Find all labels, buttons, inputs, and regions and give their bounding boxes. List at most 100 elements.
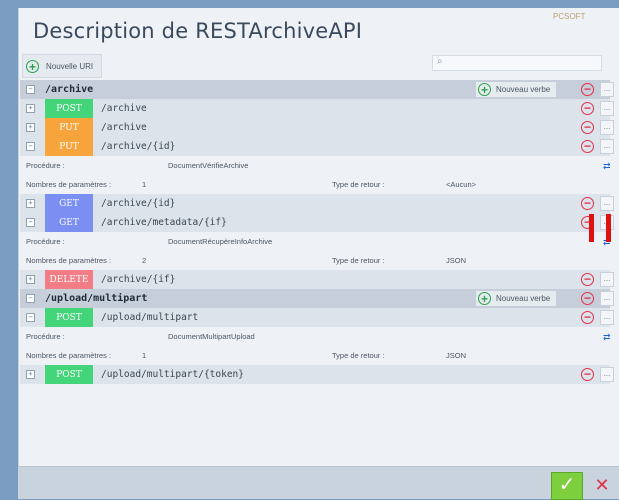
return-type-value: JSON xyxy=(446,256,467,265)
http-verb-badge: POST xyxy=(45,99,93,118)
endpoint-path: /archive/{if} xyxy=(101,274,176,285)
more-button[interactable]: ... xyxy=(600,139,614,154)
procedure-label: Procédure : xyxy=(26,237,65,246)
more-button[interactable]: ... xyxy=(600,367,614,382)
remove-icon[interactable]: − xyxy=(581,197,594,210)
new-uri-button[interactable]: + Nouvelle URI xyxy=(22,54,103,78)
resource-row: − /upload/multipart + Nouveau verbe −... xyxy=(20,289,614,308)
http-verb-badge: POST xyxy=(45,308,93,327)
procedure-row: Procédure : DocumentVérifieArchive ⇄ xyxy=(20,156,613,175)
param-count-value: 1 xyxy=(142,180,147,189)
more-button[interactable]: ... xyxy=(600,272,614,287)
new-uri-label: Nouvelle URI xyxy=(46,61,94,71)
http-verb-badge: POST xyxy=(45,365,93,384)
remove-icon[interactable]: − xyxy=(581,311,594,324)
dialog-footer xyxy=(18,466,619,499)
remove-icon[interactable]: − xyxy=(581,140,594,153)
add-verb-button[interactable]: + Nouveau verbe xyxy=(476,291,557,306)
remove-icon[interactable]: − xyxy=(581,368,594,381)
param-count-value: 2 xyxy=(142,256,147,265)
collapse-toggle[interactable]: − xyxy=(26,313,35,322)
ok-button[interactable]: ✓ xyxy=(551,472,583,500)
title-bar: Description de RESTArchiveAPI PCSOFT xyxy=(19,8,619,54)
remove-icon[interactable]: − xyxy=(581,83,594,96)
remove-icon[interactable]: − xyxy=(581,102,594,115)
procedure-value: DocumentVérifieArchive xyxy=(168,161,249,170)
collapse-toggle[interactable]: − xyxy=(26,142,35,151)
collapse-toggle[interactable]: − xyxy=(26,85,35,94)
red-mark-left xyxy=(589,214,594,242)
return-type-value: <Aucun> xyxy=(446,180,477,189)
procedure-label: Procédure : xyxy=(26,161,65,170)
collapse-toggle[interactable]: − xyxy=(26,294,35,303)
more-button[interactable]: ... xyxy=(600,82,614,97)
endpoint-path: /archive/{id} xyxy=(101,141,176,152)
return-type-value: JSON xyxy=(446,351,467,360)
verb-row[interactable]: − PUT/archive/{id} −... xyxy=(20,137,614,156)
search-input[interactable]: ⌕ xyxy=(432,55,602,71)
remove-icon[interactable]: − xyxy=(581,292,594,305)
add-verb-button[interactable]: + Nouveau verbe xyxy=(476,82,557,97)
remove-icon[interactable]: − xyxy=(581,121,594,134)
expand-toggle[interactable]: + xyxy=(26,104,35,113)
procedure-row: Procédure : DocumentRécupèreInfoArchive ⇄ xyxy=(20,232,611,251)
param-count-value: 1 xyxy=(142,351,147,360)
more-button[interactable]: ... xyxy=(600,196,614,211)
expand-toggle[interactable]: + xyxy=(26,199,35,208)
more-button[interactable]: ... xyxy=(600,310,614,325)
endpoint-path: /upload/multipart xyxy=(101,312,199,323)
add-icon: + xyxy=(478,292,491,305)
add-verb-label: Nouveau verbe xyxy=(496,294,551,303)
http-verb-badge: DELETE xyxy=(45,270,93,289)
params-row: Nombres de paramètres : 1 Type de retour :… xyxy=(20,175,610,194)
expand-toggle[interactable]: + xyxy=(26,370,35,379)
verb-row[interactable]: − POST/upload/multipart −... xyxy=(20,308,614,327)
more-button[interactable]: ... xyxy=(600,120,614,135)
toolbar: + Nouvelle URI xyxy=(22,54,103,78)
verb-row[interactable]: −GET/archive/metadata/{if}−... xyxy=(20,213,614,232)
uri-list: − /archive + Nouveau verbe −... + POST/archive… xyxy=(20,80,614,384)
return-type-label: Type de retour : xyxy=(332,351,385,360)
add-verb-label: Nouveau verbe xyxy=(496,85,551,94)
verb-row[interactable]: + DELETE/archive/{if} −... xyxy=(20,270,614,289)
http-verb-badge: PUT xyxy=(45,118,93,137)
resource-path: /upload/multipart xyxy=(45,293,148,304)
param-count-label: Nombres de paramètres : xyxy=(26,351,112,360)
link-procedure-icon[interactable]: ⇄ xyxy=(603,161,613,171)
verb-row[interactable]: + GET/archive/{id} −... xyxy=(20,194,614,213)
red-mark-right xyxy=(606,214,611,242)
return-type-label: Type de retour : xyxy=(332,180,385,189)
remove-icon[interactable]: − xyxy=(581,273,594,286)
verb-row[interactable]: + POST/upload/multipart/{token} −... xyxy=(20,365,614,384)
endpoint-path: /archive xyxy=(101,122,147,133)
return-type-label: Type de retour : xyxy=(332,256,385,265)
http-verb-badge: PUT xyxy=(45,137,93,156)
expand-toggle[interactable]: + xyxy=(26,275,35,284)
more-button[interactable]: ... xyxy=(600,291,614,306)
verb-row[interactable]: + PUT/archive −... xyxy=(20,118,614,137)
params-row: Nombres de paramètres : 1 Type de retour :… xyxy=(20,346,610,365)
param-count-label: Nombres de paramètres : xyxy=(26,256,112,265)
params-row: Nombres de paramètres : 2 Type de retour :… xyxy=(20,251,610,270)
more-button[interactable]: ... xyxy=(600,101,614,116)
cancel-button[interactable]: ✕ xyxy=(589,472,615,498)
endpoint-path: /upload/multipart/{token} xyxy=(101,369,244,380)
endpoint-path: /archive/{id} xyxy=(101,198,176,209)
resource-path: /archive xyxy=(45,84,94,95)
add-icon: + xyxy=(26,59,39,73)
add-icon: + xyxy=(478,83,491,96)
collapse-toggle[interactable]: − xyxy=(26,218,35,227)
procedure-row: Procédure : DocumentMultipartUpload ⇄ xyxy=(20,327,613,346)
expand-toggle[interactable]: + xyxy=(26,123,35,132)
search-icon: ⌕ xyxy=(437,56,443,67)
param-count-label: Nombres de paramètres : xyxy=(26,180,112,189)
endpoint-path: /archive xyxy=(101,103,147,114)
http-verb-badge: GET xyxy=(45,213,93,232)
resource-row: − /archive + Nouveau verbe −... xyxy=(20,80,614,99)
window-title: Description de RESTArchiveAPI xyxy=(33,19,363,43)
link-procedure-icon[interactable]: ⇄ xyxy=(603,332,613,342)
procedure-value: DocumentRécupèreInfoArchive xyxy=(168,237,273,246)
brand-logo: PCSOFT xyxy=(553,12,586,21)
procedure-label: Procédure : xyxy=(26,332,65,341)
verb-row[interactable]: + POST/archive −... xyxy=(20,99,614,118)
